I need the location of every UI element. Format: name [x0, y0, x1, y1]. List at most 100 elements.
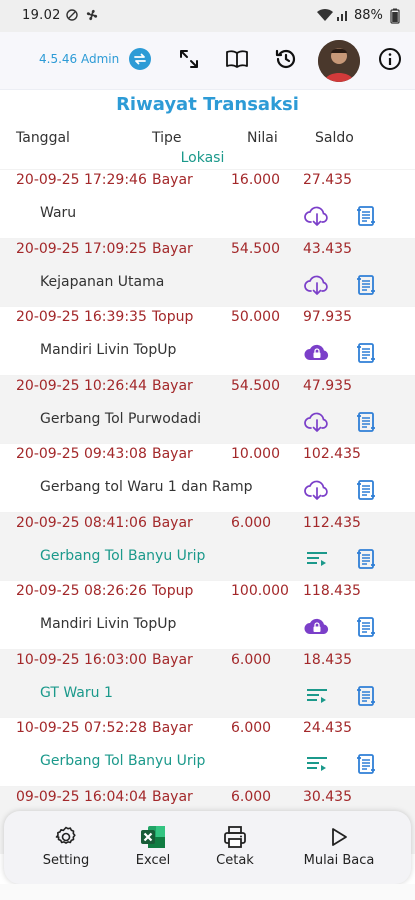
expand-icon: [177, 47, 201, 75]
transaction-location: Kejapanan Utama: [40, 273, 165, 290]
transaction-value: 6.000: [231, 651, 272, 668]
transaction-value: 54.500: [231, 377, 280, 394]
transaction-row[interactable]: 20-09-25 08:41:06 Bayar 6.000 112.435 Gerban…: [0, 511, 415, 580]
transaction-balance: 97.935: [303, 309, 352, 325]
transaction-type: Bayar: [152, 240, 193, 257]
transaction-date: 10-09-25 16:03:00: [16, 651, 147, 668]
signal-icon: [336, 7, 350, 27]
print-button[interactable]: Cetak: [203, 811, 267, 884]
setting-button[interactable]: Setting: [30, 811, 102, 884]
setting-label: Setting: [42, 853, 90, 868]
transaction-type: Bayar: [152, 172, 193, 188]
manual-button[interactable]: [222, 46, 252, 76]
sync-icon: [128, 47, 152, 75]
receipt-icon[interactable]: [353, 751, 379, 777]
transaction-balance: 47.935: [303, 377, 352, 394]
excel-label: Excel: [135, 853, 171, 868]
app-version-label: 4.5.46 Admin: [39, 52, 120, 66]
cloud-lock-icon[interactable]: [304, 614, 330, 640]
transaction-row[interactable]: 20-09-25 17:09:25 Bayar 54.500 43.435 Kejapa…: [0, 237, 415, 306]
transaction-location: Waru: [40, 205, 77, 221]
transaction-location: Gerbang Tol Purwodadi: [40, 410, 202, 427]
notification-icon: [64, 7, 80, 27]
cloud-download-icon[interactable]: [304, 203, 330, 229]
column-header-location: Lokasi: [180, 150, 225, 166]
bottom-action-bar: Setting Excel Cetak Mulai Baca: [4, 811, 411, 884]
transaction-type: Bayar: [152, 788, 193, 805]
start-read-button[interactable]: Mulai Baca: [294, 811, 384, 884]
wifi-icon: [316, 7, 334, 27]
transaction-type: Bayar: [152, 720, 193, 736]
transaction-type: Topup: [152, 309, 194, 325]
gear-icon: [52, 823, 80, 851]
excel-button[interactable]: Excel: [121, 811, 185, 884]
receipt-icon[interactable]: [353, 272, 379, 298]
transaction-date: 20-09-25 08:26:26: [16, 583, 147, 599]
transaction-balance: 24.435: [303, 720, 352, 736]
history-button[interactable]: [271, 46, 301, 76]
receipt-icon[interactable]: [353, 614, 379, 640]
transaction-balance: 18.435: [303, 651, 352, 668]
transaction-row[interactable]: 20-09-25 09:43:08 Bayar 10.000 102.435 Gerba…: [0, 443, 415, 512]
battery-level: 88%: [354, 8, 383, 23]
transaction-type: Bayar: [152, 514, 193, 531]
transaction-balance: 112.435: [303, 514, 361, 531]
transaction-date: 20-09-25 17:29:46: [16, 172, 147, 188]
list-edit-icon[interactable]: [304, 546, 330, 572]
transaction-row[interactable]: 20-09-25 16:39:35 Topup 50.000 97.935 Mandir…: [0, 306, 415, 375]
receipt-icon[interactable]: [353, 409, 379, 435]
transaction-location: Gerbang tol Waru 1 dan Ramp: [40, 479, 253, 495]
list-edit-icon[interactable]: [304, 683, 330, 709]
play-icon: [325, 823, 353, 851]
transaction-date: 20-09-25 09:43:08: [16, 446, 147, 462]
cloud-lock-icon[interactable]: [304, 340, 330, 366]
column-header-type: Tipe: [152, 130, 182, 146]
transaction-location: Mandiri Livin TopUp: [40, 616, 177, 632]
transaction-balance: 43.435: [303, 240, 352, 257]
receipt-icon[interactable]: [353, 203, 379, 229]
transaction-date: 20-09-25 16:39:35: [16, 309, 147, 325]
fullscreen-button[interactable]: [174, 46, 204, 76]
system-nav-bar: [0, 884, 415, 900]
transaction-type: Bayar: [152, 651, 193, 668]
cloud-download-icon[interactable]: [304, 409, 330, 435]
receipt-icon[interactable]: [353, 546, 379, 572]
transaction-location: GT Waru 1: [40, 684, 113, 701]
list-edit-icon[interactable]: [304, 751, 330, 777]
transaction-balance: 102.435: [303, 446, 361, 462]
book-icon: [224, 47, 250, 75]
avatar[interactable]: [318, 40, 360, 82]
transaction-value: 16.000: [231, 172, 280, 188]
receipt-icon[interactable]: [353, 340, 379, 366]
excel-icon: [139, 823, 167, 851]
transaction-type: Bayar: [152, 446, 193, 462]
status-time: 19.02: [22, 8, 61, 23]
sync-button[interactable]: [125, 46, 155, 76]
transaction-value: 50.000: [231, 309, 280, 325]
transaction-value: 100.000: [231, 583, 289, 599]
start-read-label: Mulai Baca: [303, 853, 375, 868]
transaction-date: 20-09-25 08:41:06: [16, 514, 147, 531]
cloud-download-icon[interactable]: [304, 272, 330, 298]
transaction-row[interactable]: 10-09-25 16:03:00 Bayar 6.000 18.435 GT Waru…: [0, 648, 415, 717]
column-header-balance: Saldo: [315, 130, 354, 146]
info-icon: [378, 47, 402, 75]
transaction-balance: 30.435: [303, 788, 352, 805]
transaction-value: 10.000: [231, 446, 280, 462]
cloud-download-icon[interactable]: [304, 477, 330, 503]
transaction-balance: 118.435: [303, 583, 361, 599]
page-title: Riwayat Transaksi: [116, 94, 299, 115]
info-button[interactable]: [375, 46, 405, 76]
transaction-row[interactable]: 20-09-25 10:26:44 Bayar 54.500 47.935 Gerban…: [0, 374, 415, 443]
transaction-row[interactable]: 10-09-25 07:52:28 Bayar 6.000 24.435 Gerbang…: [0, 717, 415, 786]
receipt-icon[interactable]: [353, 477, 379, 503]
transaction-row[interactable]: 20-09-25 17:29:46 Bayar 16.000 27.435 Waru: [0, 169, 415, 238]
transaction-balance: 27.435: [303, 172, 352, 188]
column-header-date: Tanggal: [16, 130, 70, 146]
transaction-location: Mandiri Livin TopUp: [40, 342, 177, 358]
transaction-row[interactable]: 20-09-25 08:26:26 Topup 100.000 118.435 Mand…: [0, 580, 415, 649]
printer-icon: [221, 823, 249, 851]
app-toolbar: 4.5.46 Admin: [0, 32, 415, 90]
receipt-icon[interactable]: [353, 683, 379, 709]
print-label: Cetak: [216, 853, 254, 868]
